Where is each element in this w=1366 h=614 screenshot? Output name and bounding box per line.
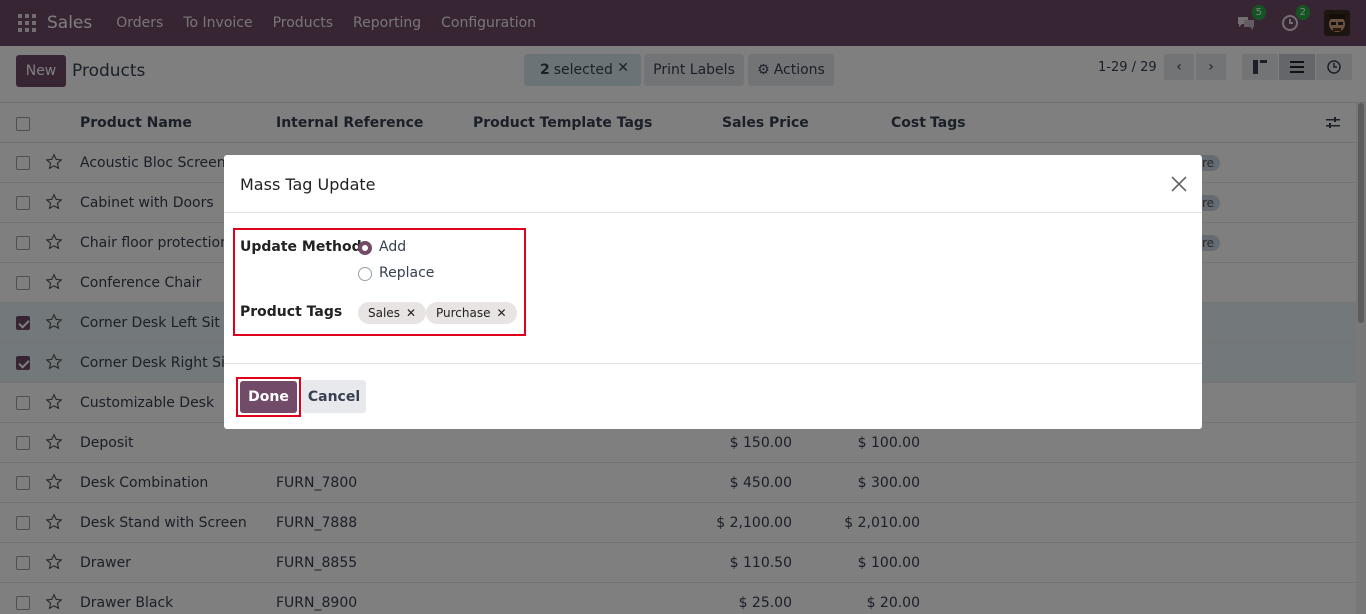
- tag-sales-label: Sales: [368, 306, 400, 320]
- tag-sales: Sales ✕: [358, 302, 427, 324]
- tag-sales-remove-icon[interactable]: ✕: [406, 306, 416, 320]
- radio-add-label[interactable]: Add: [379, 239, 406, 255]
- radio-add[interactable]: [358, 241, 372, 255]
- tag-purchase: Purchase ✕: [426, 302, 517, 324]
- update-method-label: Update Method: [240, 239, 362, 255]
- tag-purchase-remove-icon[interactable]: ✕: [497, 306, 507, 320]
- dialog-footer: Done Cancel: [224, 363, 1202, 429]
- radio-replace-label[interactable]: Replace: [379, 265, 434, 281]
- cancel-button[interactable]: Cancel: [302, 380, 366, 413]
- tag-purchase-label: Purchase: [436, 306, 491, 320]
- dialog-header: Mass Tag Update: [224, 155, 1202, 213]
- product-tags-label: Product Tags: [240, 304, 343, 320]
- radio-replace[interactable]: [358, 267, 372, 281]
- dialog-title: Mass Tag Update: [240, 175, 376, 194]
- mass-tag-update-dialog: Mass Tag Update Update Method Add Replac…: [224, 155, 1202, 429]
- done-button[interactable]: Done: [240, 381, 297, 413]
- highlight-box-done: Done: [236, 377, 301, 417]
- close-icon[interactable]: [1170, 175, 1188, 193]
